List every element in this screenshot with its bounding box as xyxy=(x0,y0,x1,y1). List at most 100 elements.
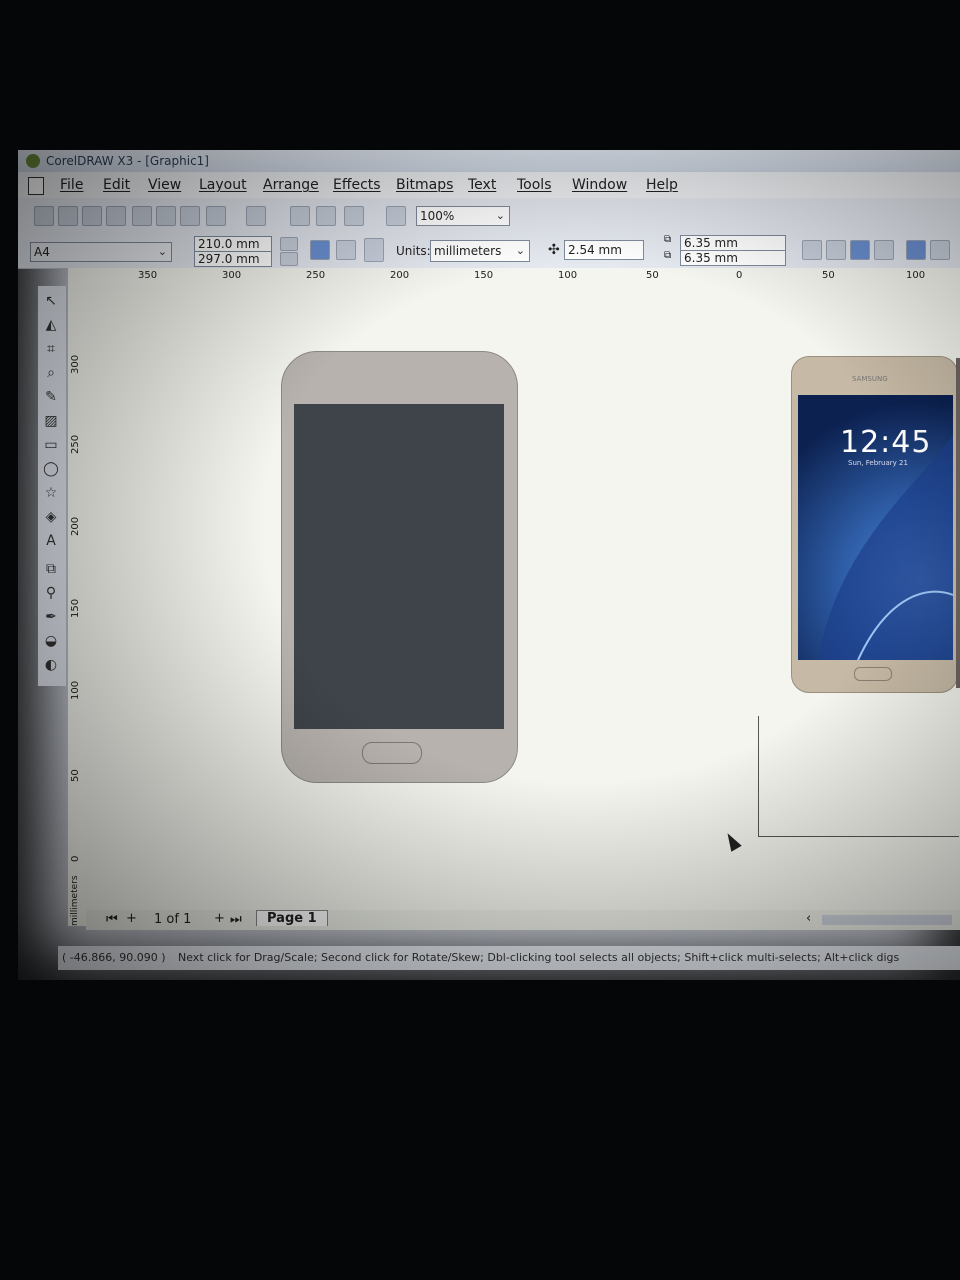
snap-objects-icon[interactable] xyxy=(850,240,870,260)
portrait-icon[interactable] xyxy=(310,240,330,260)
duplicate-y-value: 6.35 mm xyxy=(684,251,738,265)
reference-phone-image[interactable]: SAMSUNG 12:45 Sun, February 21 xyxy=(791,356,958,693)
add-page-after-icon[interactable]: + xyxy=(214,911,225,926)
dynamic-guides-icon[interactable] xyxy=(874,240,894,260)
page-width-value: 210.0 mm xyxy=(198,237,260,251)
zoom-combo[interactable]: 100% ⌄ xyxy=(416,206,510,226)
property-bar: A4 ⌄ 210.0 mm 297.0 mm Units: millimeter… xyxy=(18,232,960,269)
title-bar: CorelDRAW X3 - [Graphic1] xyxy=(18,150,960,172)
new-icon[interactable] xyxy=(34,206,54,226)
chevron-down-icon: ⌄ xyxy=(515,244,525,257)
text-tool-icon[interactable]: A xyxy=(42,532,60,550)
options-icon[interactable] xyxy=(930,240,950,260)
eyedropper-tool-icon[interactable]: ⚲ xyxy=(42,584,60,602)
units-label: Units: xyxy=(396,244,431,258)
ruler-tick-label: 100 xyxy=(906,270,926,281)
tab-page-1[interactable]: Page 1 xyxy=(256,910,328,926)
menu-help[interactable]: Help xyxy=(646,177,678,193)
duplicate-y-field[interactable]: 6.35 mm xyxy=(680,250,786,266)
nudge-field[interactable]: 2.54 mm xyxy=(564,240,644,260)
add-page-before-icon[interactable]: + xyxy=(126,911,137,926)
snap-grid-icon[interactable] xyxy=(802,240,822,260)
smart-fill-tool-icon[interactable]: ▨ xyxy=(42,412,60,430)
paste-icon[interactable] xyxy=(180,206,200,226)
undo-icon[interactable] xyxy=(206,206,226,226)
treat-as-filled-icon[interactable] xyxy=(906,240,926,260)
menu-effects[interactable]: Effects xyxy=(333,177,381,193)
interactive-fill-tool-icon[interactable]: ◐ xyxy=(42,656,60,674)
first-page-icon[interactable]: ⏮ xyxy=(106,912,118,927)
welcome-screen-icon[interactable] xyxy=(386,206,406,226)
ruler-tick-label: 300 xyxy=(222,270,242,281)
pick-tool-icon[interactable]: ↖ xyxy=(42,292,60,310)
polygon-tool-icon[interactable]: ☆ xyxy=(42,484,60,502)
page-height-value: 297.0 mm xyxy=(198,252,260,266)
export-icon[interactable] xyxy=(316,206,336,226)
menu-text[interactable]: Text xyxy=(468,177,496,193)
drawing-canvas[interactable]: SAMSUNG 12:45 Sun, February 21 SA GO xyxy=(86,286,960,910)
phone-screen-shape[interactable] xyxy=(294,404,504,729)
page-size-value: A4 xyxy=(34,245,50,259)
phone-home-button-shape[interactable] xyxy=(362,742,422,764)
mouse-cursor-icon xyxy=(722,830,742,852)
second-reference-phone xyxy=(956,358,960,688)
status-hint: Next click for Drag/Scale; Second click … xyxy=(178,951,900,964)
reference-brand-text: SAMSUNG xyxy=(852,375,888,383)
page-height-field[interactable]: 297.0 mm xyxy=(194,251,272,267)
fill-tool-icon[interactable]: ◒ xyxy=(42,632,60,650)
menu-file[interactable]: File xyxy=(60,177,83,193)
document-icon[interactable] xyxy=(28,177,44,195)
ruler-unit-label: millimeters xyxy=(70,875,80,926)
units-combo[interactable]: millimeters ⌄ xyxy=(430,240,530,262)
vertical-ruler: 300 250 200 150 100 50 0 millimeters xyxy=(68,286,87,926)
landscape-icon[interactable] xyxy=(336,240,356,260)
zoom-tool-icon[interactable]: ⌕ xyxy=(42,364,60,382)
cut-icon[interactable] xyxy=(132,206,152,226)
interactive-blend-tool-icon[interactable]: ⧉ xyxy=(42,560,60,578)
menu-edit[interactable]: Edit xyxy=(103,177,130,193)
nudge-value: 2.54 mm xyxy=(568,243,622,257)
page-size-combo[interactable]: A4 ⌄ xyxy=(30,242,172,262)
open-icon[interactable] xyxy=(58,206,78,226)
save-icon[interactable] xyxy=(82,206,102,226)
page-counter: 1 of 1 xyxy=(154,912,192,927)
menu-bitmaps[interactable]: Bitmaps xyxy=(396,177,453,193)
duplicate-y-icon: ⧉ xyxy=(664,250,672,261)
copy-icon[interactable] xyxy=(156,206,176,226)
snap-guidelines-icon[interactable] xyxy=(826,240,846,260)
horizontal-scrollbar[interactable] xyxy=(822,915,952,925)
reference-date: Sun, February 21 xyxy=(848,459,908,467)
phone-outline-drawing[interactable] xyxy=(281,351,518,783)
menu-view[interactable]: View xyxy=(148,177,181,193)
lock-ratio-icon[interactable] xyxy=(280,252,298,266)
menu-arrange[interactable]: Arrange xyxy=(263,177,319,193)
reference-phone-screen: 12:45 Sun, February 21 xyxy=(798,395,953,660)
ellipse-tool-icon[interactable]: ◯ xyxy=(42,460,60,478)
crop-tool-icon[interactable]: ⌗ xyxy=(42,340,60,358)
page-width-field[interactable]: 210.0 mm xyxy=(194,236,272,252)
print-icon[interactable] xyxy=(106,206,126,226)
ruler-tick-label: 0 xyxy=(70,855,81,862)
page-border-line xyxy=(758,716,959,837)
shape-tool-icon[interactable]: ◭ xyxy=(42,316,60,334)
page-layout-icon[interactable] xyxy=(364,238,384,262)
rectangle-tool-icon[interactable]: ▭ xyxy=(42,436,60,454)
ruler-tick-label: 0 xyxy=(736,270,743,281)
ruler-tick-label: 150 xyxy=(474,270,494,281)
freehand-tool-icon[interactable]: ✎ xyxy=(42,388,60,406)
status-bar: ( -46.866, 90.090 ) Next click for Drag/… xyxy=(58,946,960,970)
import-icon[interactable] xyxy=(290,206,310,226)
last-page-icon[interactable]: ⏭ xyxy=(230,912,242,927)
application-launcher-icon[interactable] xyxy=(344,206,364,226)
menu-window[interactable]: Window xyxy=(572,177,627,193)
horizontal-ruler: 350 300 250 200 150 100 50 0 50 100 xyxy=(68,268,960,287)
ruler-tick-label: 250 xyxy=(70,434,81,454)
redo-icon[interactable] xyxy=(246,206,266,226)
scroll-left-icon[interactable]: ‹ xyxy=(806,911,811,926)
menu-tools[interactable]: Tools xyxy=(517,177,552,193)
basic-shapes-tool-icon[interactable]: ◈ xyxy=(42,508,60,526)
outline-tool-icon[interactable]: ✒ xyxy=(42,608,60,626)
menu-layout[interactable]: Layout xyxy=(199,177,247,193)
lock-ratio-icon[interactable] xyxy=(280,237,298,251)
duplicate-x-field[interactable]: 6.35 mm xyxy=(680,235,786,251)
